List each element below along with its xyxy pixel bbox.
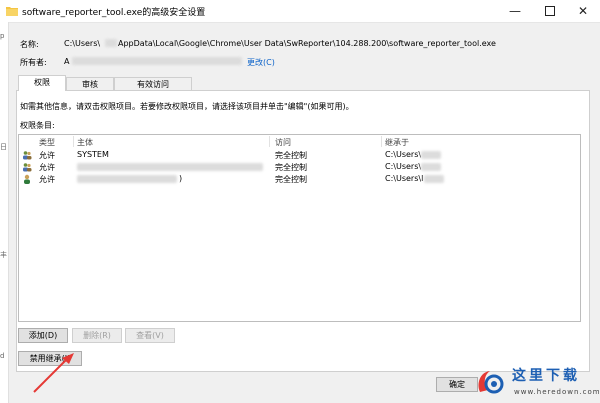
redacted-username (105, 39, 117, 47)
minimize-icon[interactable]: — (500, 2, 530, 20)
redacted-principal (77, 163, 263, 171)
remove-button[interactable]: 删除(R) (72, 328, 122, 343)
row-access: 完全控制 (275, 151, 307, 160)
column-inherited-from[interactable]: 继承于 (385, 137, 409, 148)
redacted-path (424, 175, 444, 183)
view-button[interactable]: 查看(V) (125, 328, 175, 343)
redacted-principal (77, 175, 177, 183)
table-row[interactable]: 允许 SYSTEM 完全控制 C:\Users\ (19, 149, 580, 161)
close-icon[interactable]: ✕ (568, 2, 598, 20)
background-window-edge: p 日 丰 d (0, 22, 9, 403)
user-icon (24, 174, 30, 184)
tab-auditing[interactable]: 审核 (66, 77, 114, 91)
column-separator[interactable] (269, 136, 270, 147)
row-access: 完全控制 (275, 163, 307, 172)
column-principal[interactable]: 主体 (77, 137, 93, 148)
watermark-url: www.heredown.com (514, 388, 600, 396)
name-prefix: C:\Users\ (64, 39, 101, 48)
column-type[interactable]: 类型 (39, 137, 55, 148)
entries-label: 权限条目: (20, 121, 55, 130)
tab-permissions[interactable]: 权限 (18, 75, 66, 91)
column-access[interactable]: 访问 (275, 137, 291, 148)
row-type: 允许 (39, 151, 55, 160)
edge-glyph: d (0, 352, 5, 360)
folder-icon (6, 7, 18, 16)
row-access: 完全控制 (275, 175, 307, 184)
info-text: 如需其他信息，请双击权限项目。若要修改权限项目，请选择该项目并单击"编辑"(如果… (20, 102, 354, 111)
row-principal: ) (179, 174, 183, 183)
owner-prefix: A (64, 57, 70, 66)
column-separator[interactable] (73, 136, 74, 147)
add-button[interactable]: 添加(D) (18, 328, 68, 343)
users-icon (23, 163, 32, 172)
row-inherited: C:\Users\ (385, 150, 422, 159)
watermark: 这里下载 www.heredown.com (468, 362, 600, 403)
watermark-brand: 这里下载 (512, 368, 580, 384)
name-label: 名称: (20, 40, 39, 49)
window-title: software_reporter_tool.exe的高级安全设置 (22, 8, 206, 18)
users-icon (23, 151, 32, 160)
change-owner-link[interactable]: 更改(C) (247, 57, 275, 68)
name-path: AppData\Local\Google\Chrome\User Data\Sw… (118, 39, 496, 48)
column-separator[interactable] (381, 136, 382, 147)
heredown-logo-icon (478, 371, 504, 394)
redacted-path (421, 163, 441, 171)
owner-label: 所有者: (20, 58, 47, 67)
row-type: 允许 (39, 175, 55, 184)
edge-glyph: 丰 (0, 251, 7, 259)
tab-effective-access[interactable]: 有效访问 (114, 77, 192, 91)
red-arrow-annotation (33, 353, 74, 393)
row-principal: SYSTEM (77, 150, 109, 159)
redacted-path (421, 151, 441, 159)
maximize-icon[interactable] (535, 2, 565, 20)
row-type: 允许 (39, 163, 55, 172)
row-inherited: C:\Users\l (385, 174, 424, 183)
edge-glyph: p (0, 32, 5, 40)
title-bar: software_reporter_tool.exe的高级安全设置 — ✕ (0, 0, 600, 23)
edge-glyph: 日 (0, 143, 7, 151)
row-inherited: C:\Users\ (385, 162, 422, 171)
table-row[interactable]: 允许 完全控制 C:\Users\ (19, 161, 580, 173)
table-row[interactable]: 允许 ) 完全控制 C:\Users\l (19, 173, 580, 185)
redacted-owner (72, 57, 242, 65)
permission-entries-list[interactable]: 类型 主体 访问 继承于 允许 SYSTEM 完全控制 C:\Users\ 允许… (18, 134, 581, 322)
